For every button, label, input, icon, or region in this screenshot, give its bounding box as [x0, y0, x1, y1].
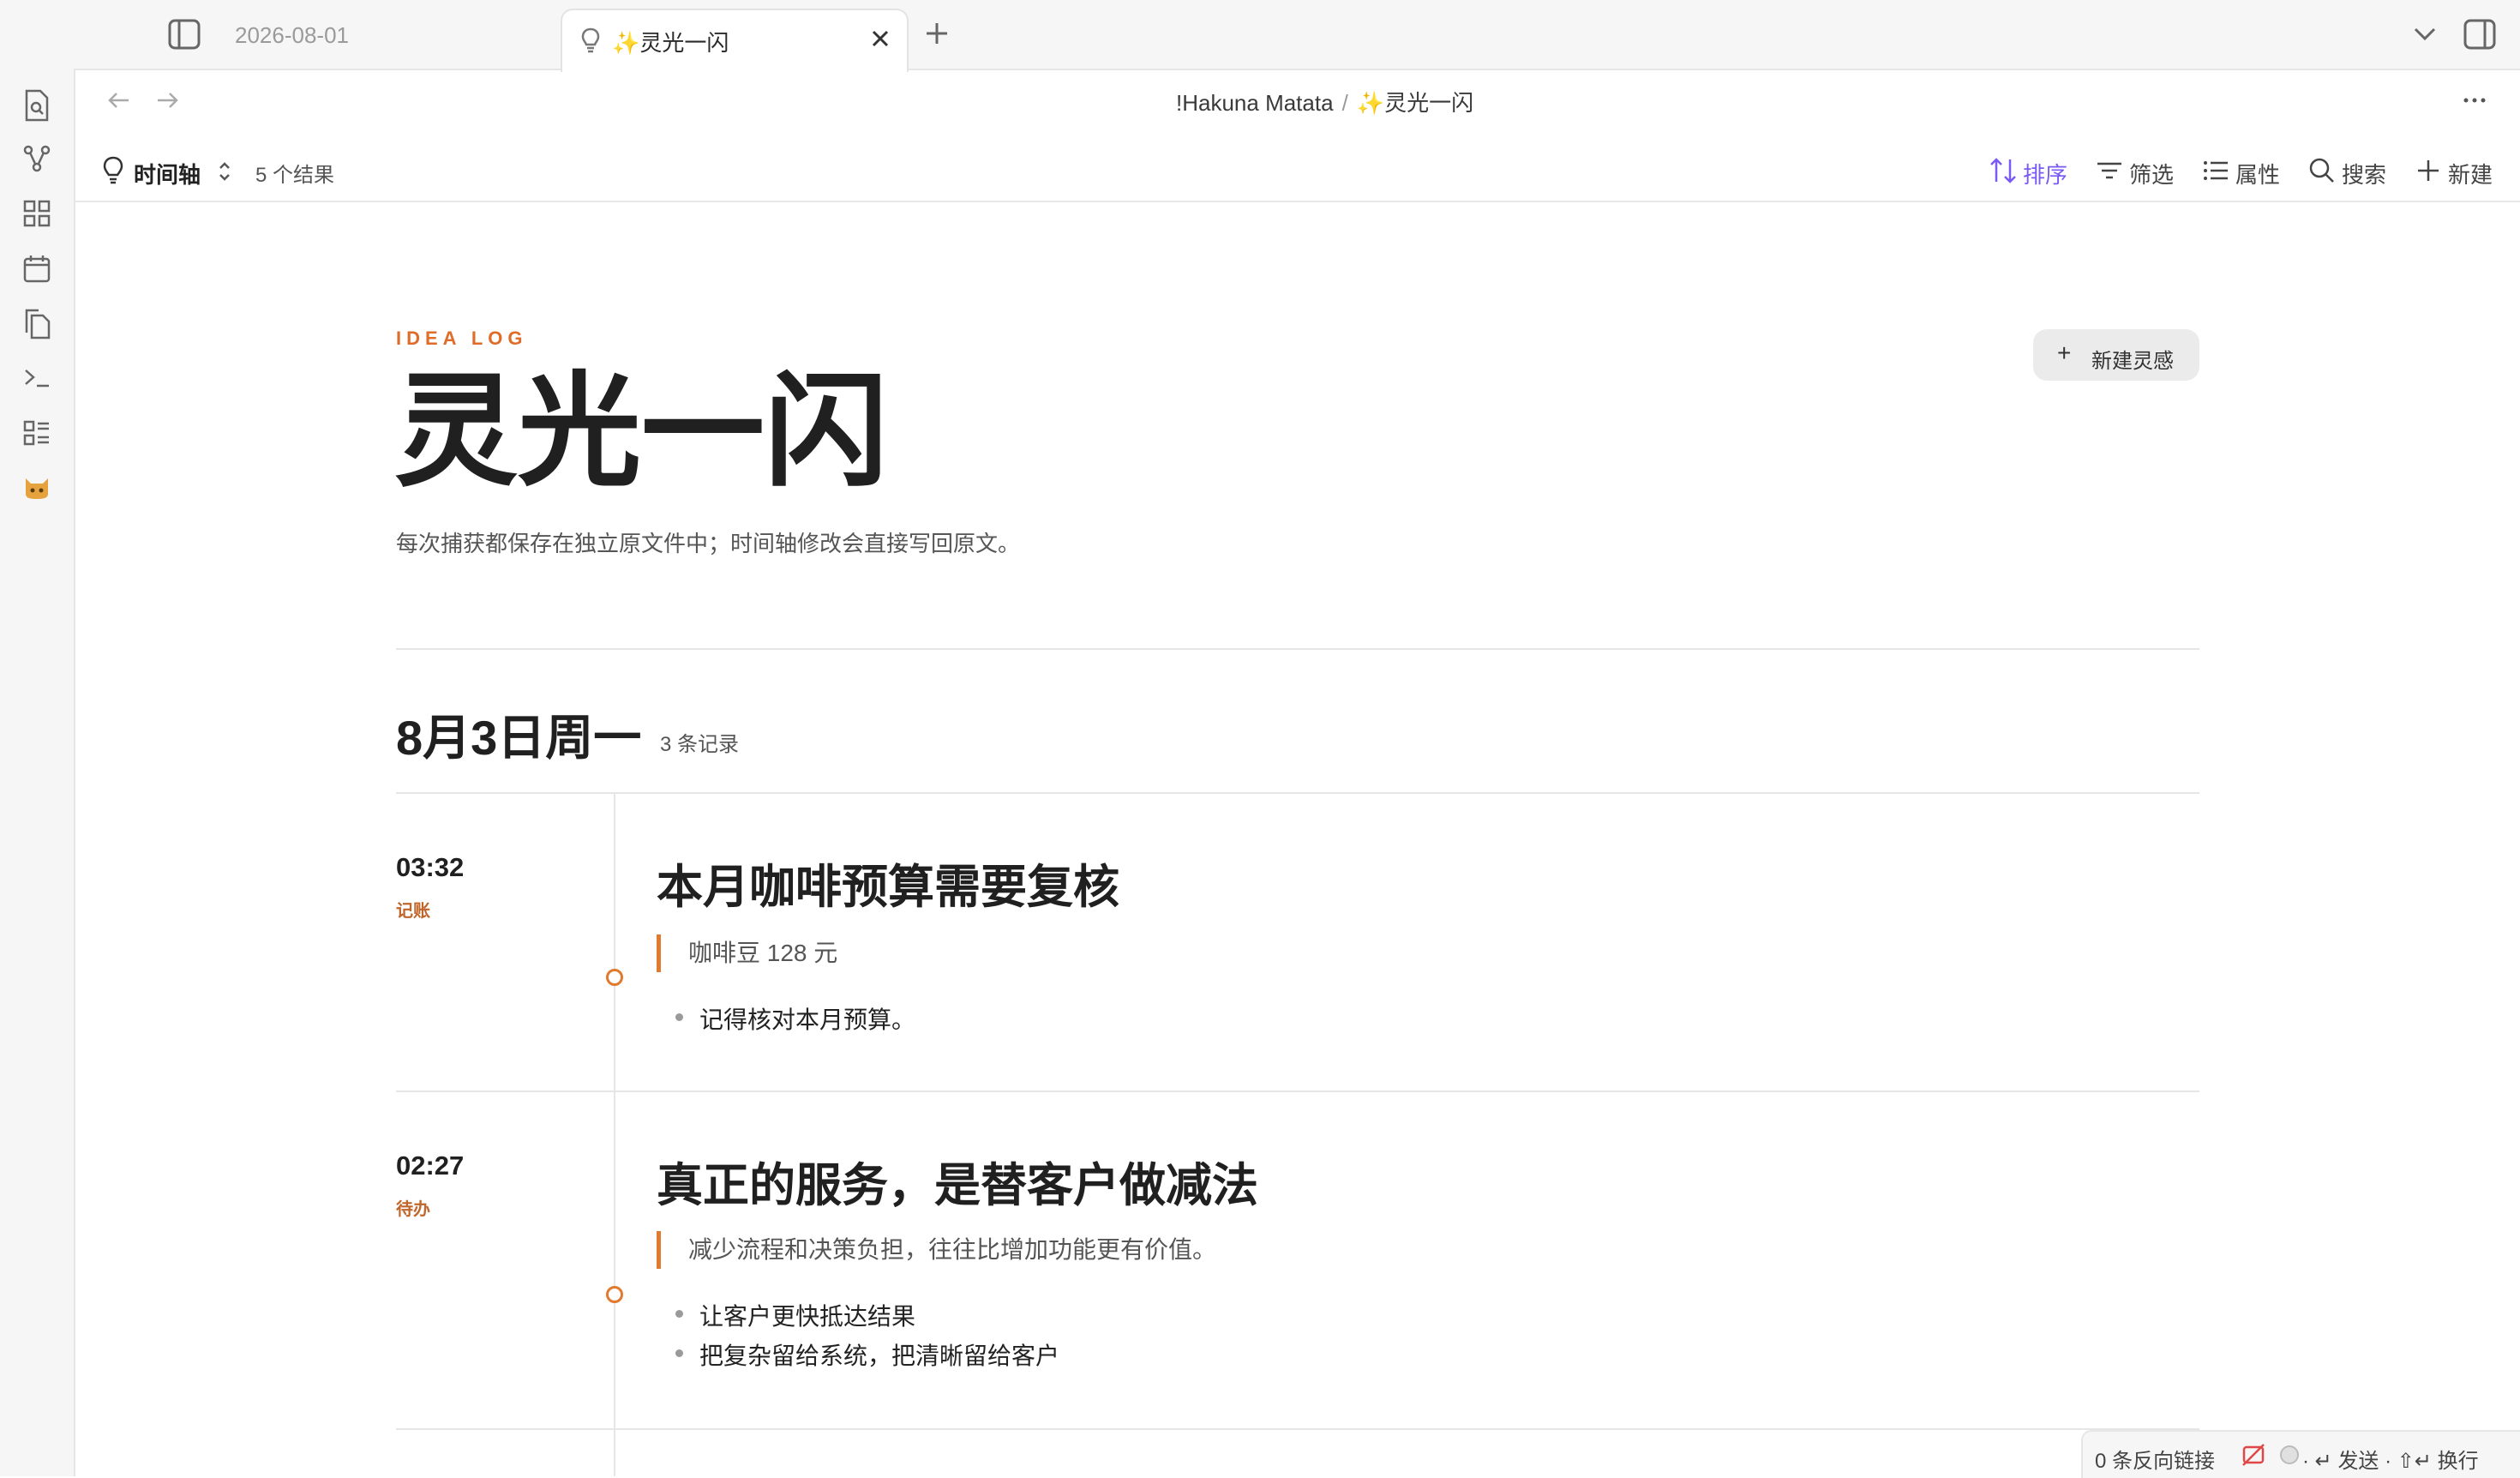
status-bar: 0 条反向链接 · ↵ 发送 · ⇧↵ 换行 — [2081, 1430, 2520, 1478]
entry-tag[interactable]: 待办 — [396, 1195, 430, 1220]
chevron-updown-icon — [216, 159, 233, 188]
canvas-grid-icon[interactable] — [22, 199, 51, 232]
timeline-dot — [606, 969, 623, 986]
entry-time: 02:27 — [396, 1151, 465, 1181]
graph-view-icon[interactable] — [22, 144, 51, 177]
bullet-dot — [675, 1349, 683, 1357]
tab-daily-note[interactable]: 2026-08-01 — [223, 0, 561, 69]
list-item: 让客户更快抵达结果 — [675, 1298, 916, 1332]
properties-button[interactable]: 属性 — [2201, 151, 2287, 189]
view-name: 时间轴 — [134, 162, 201, 188]
entry-title[interactable]: 本月咖啡预算需要复核 — [657, 849, 1119, 916]
cat-plugin-icon[interactable] — [22, 475, 51, 505]
divider — [396, 1428, 2199, 1430]
filter-button[interactable]: 筛选 — [2095, 151, 2181, 189]
lightbulb-icon — [581, 27, 600, 57]
status-circle-icon — [2278, 1444, 2301, 1470]
new-idea-button[interactable]: + 新建灵感 — [2033, 329, 2199, 381]
list-item: 记得核对本月预算。 — [675, 1001, 916, 1036]
page-title: 灵光一闪 — [394, 363, 889, 501]
entry-time: 03:32 — [396, 852, 465, 882]
results-count: 5 个结果 — [255, 164, 335, 187]
copy-files-icon[interactable] — [22, 309, 51, 344]
page-description: 每次捕获都保存在独立原文件中；时间轴修改会直接写回原文。 — [396, 531, 1021, 556]
sort-icon — [1989, 156, 2018, 191]
list-item-text: 让客户更快抵达结果 — [699, 1303, 916, 1330]
breadcrumb: !Hakuna Matata / ✨灵光一闪 — [1176, 86, 1473, 117]
send-hint: · ↵ 发送 · ⇧↵ 换行 — [2302, 1450, 2479, 1473]
tab-label: 2026-08-01 — [235, 22, 349, 48]
filter-icon — [2095, 156, 2124, 191]
lightbulb-icon — [103, 156, 123, 189]
sidebar-toggle-icon[interactable] — [168, 19, 201, 54]
filter-label: 筛选 — [2129, 162, 2175, 188]
search-label: 搜索 — [2342, 162, 2387, 188]
terminal-icon[interactable] — [22, 363, 51, 397]
new-tab-icon[interactable] — [922, 19, 951, 52]
search-icon — [2307, 156, 2337, 191]
chevron-down-icon[interactable] — [2410, 22, 2439, 51]
sort-label: 排序 — [2023, 162, 2068, 188]
more-options-icon[interactable] — [2460, 86, 2489, 119]
new-label: 新建 — [2448, 162, 2493, 188]
plus-icon — [2414, 156, 2443, 191]
search-button[interactable]: 搜索 — [2307, 151, 2393, 189]
entry-title[interactable]: 真正的服务，是替客户做减法 — [657, 1147, 1258, 1215]
list-view-icon[interactable] — [22, 418, 51, 452]
timeline-line — [614, 794, 615, 1476]
breadcrumb-vault[interactable]: !Hakuna Matata — [1176, 90, 1334, 116]
new-idea-label: 新建灵感 — [2091, 350, 2174, 373]
tab-label: ✨灵光一闪 — [612, 30, 729, 56]
eyebrow-label: IDEA LOG — [396, 327, 528, 349]
breadcrumb-page[interactable]: ✨灵光一闪 — [1357, 90, 1473, 116]
divider — [396, 1090, 2199, 1092]
left-ribbon — [0, 69, 75, 1476]
back-arrow-icon[interactable] — [105, 86, 134, 119]
sort-button[interactable]: 排序 — [1989, 151, 2074, 189]
entry-tag[interactable]: 记账 — [396, 897, 430, 922]
list-item: 把复杂留给系统，把清晰留给客户 — [675, 1337, 1060, 1372]
list-item-text: 把复杂留给系统，把清晰留给客户 — [699, 1343, 1060, 1369]
entry-quote: 咖啡豆 128 元 — [657, 934, 837, 972]
day-heading: 8月3日周一 — [396, 711, 642, 765]
forward-arrow-icon[interactable] — [153, 86, 182, 119]
new-button[interactable]: 新建 — [2414, 151, 2499, 189]
search-file-icon[interactable] — [22, 89, 51, 126]
properties-label: 属性 — [2235, 162, 2281, 188]
calendar-icon[interactable] — [22, 254, 51, 287]
timeline-dot — [606, 1286, 623, 1303]
divider — [396, 648, 2199, 650]
backlinks-count[interactable]: 0 条反向链接 — [2095, 1444, 2215, 1474]
tab-bar: 2026-08-01 ✨灵光一闪 — [0, 0, 2520, 72]
plus-icon: + — [2057, 339, 2072, 366]
breadcrumb-separator: / — [1341, 90, 1348, 116]
list-icon — [2201, 156, 2230, 191]
close-icon[interactable] — [866, 24, 895, 57]
sync-off-icon[interactable] — [2241, 1442, 2266, 1472]
divider — [396, 792, 2199, 794]
right-sidebar-toggle-icon[interactable] — [2463, 19, 2496, 54]
bullet-dot — [675, 1310, 683, 1318]
bullet-dot — [675, 1013, 683, 1021]
tab-idea-log[interactable]: ✨灵光一闪 — [561, 9, 909, 72]
base-toolbar: 时间轴 5 个结果 排序 筛选 属性 搜索 新建 — [75, 139, 2520, 202]
day-record-count: 3 条记录 — [660, 733, 740, 756]
list-item-text: 记得核对本月预算。 — [699, 1006, 916, 1033]
entry-quote: 减少流程和决策负担，往往比增加功能更有价值。 — [657, 1231, 1216, 1269]
